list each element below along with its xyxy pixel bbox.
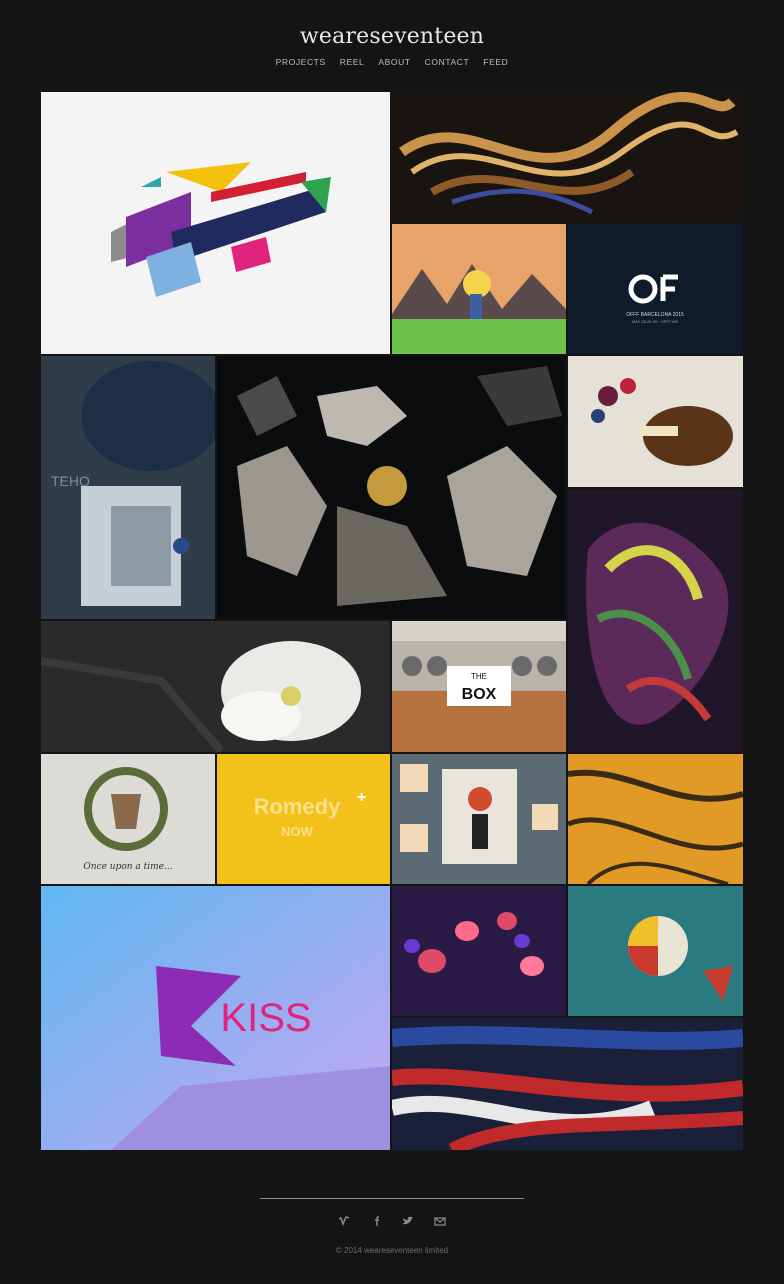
facebook-icon[interactable] — [369, 1214, 383, 1228]
project-tile-illustration[interactable] — [392, 754, 566, 884]
romedy-label-line1: Romedy — [254, 794, 342, 819]
project-tile-glow-flowers[interactable] — [392, 886, 566, 1016]
main-nav: PROJECTS REEL ABOUT CONTACT FEED — [0, 57, 784, 67]
nav-projects[interactable]: PROJECTS — [276, 57, 326, 67]
project-tile-orange-stripes[interactable] — [568, 754, 743, 884]
mail-icon[interactable] — [433, 1214, 447, 1228]
project-tile-kiss[interactable]: KISS — [41, 886, 390, 1150]
offf-dates: MAY 28.29.30 · OFFF.WS — [632, 319, 678, 324]
tale-caption: Once upon a time... — [83, 862, 172, 872]
project-tile-space-rocks[interactable] — [217, 356, 566, 619]
nav-feed[interactable]: FEED — [483, 57, 508, 67]
project-tile-berries[interactable] — [568, 356, 743, 487]
project-tile-pie-chart[interactable] — [568, 886, 743, 1016]
project-tile-once-upon-a-time[interactable]: Once upon a time... — [41, 754, 215, 884]
project-tile-liquid-sphere[interactable] — [568, 489, 743, 752]
project-tile-romedy-now[interactable]: Romedy NOW + — [217, 754, 390, 884]
project-grid: OFFF BARCELONA 2015 MAY 28.29.30 · OFFF.… — [41, 92, 743, 1150]
romedy-label-line2: NOW — [281, 824, 314, 839]
nav-about[interactable]: ABOUT — [378, 57, 410, 67]
box-label-box: BOX — [462, 686, 497, 703]
project-tile-white-flower[interactable] — [41, 621, 390, 752]
vimeo-icon[interactable] — [337, 1214, 351, 1228]
project-tile-mountain-character[interactable] — [392, 224, 566, 354]
project-tile-offf[interactable]: OFFF BARCELONA 2015 MAY 28.29.30 · OFFF.… — [568, 224, 743, 354]
project-tile-astronaut[interactable]: TEHO — [41, 356, 215, 619]
copyright-text: © 2014 weareseventeen limited — [335, 1246, 449, 1255]
social-links — [0, 1214, 784, 1228]
project-tile-cables[interactable] — [392, 1018, 743, 1150]
kiss-label: KISS — [220, 996, 311, 1040]
svg-text:+: + — [357, 789, 366, 806]
nav-contact[interactable]: CONTACT — [425, 57, 470, 67]
offf-title: OFFF BARCELONA 2015 — [626, 312, 684, 318]
box-label-the: THE — [471, 672, 487, 681]
astronaut-text: TEHO — [51, 473, 90, 489]
twitter-icon[interactable] — [401, 1214, 415, 1228]
nav-reel[interactable]: REEL — [340, 57, 365, 67]
project-tile-gold-swirl[interactable] — [392, 92, 743, 222]
site-logo[interactable]: weareseventeen — [0, 24, 784, 49]
project-tile-channel4[interactable] — [41, 92, 390, 354]
footer-divider — [260, 1198, 524, 1199]
project-tile-the-box[interactable]: THE BOX — [392, 621, 566, 752]
